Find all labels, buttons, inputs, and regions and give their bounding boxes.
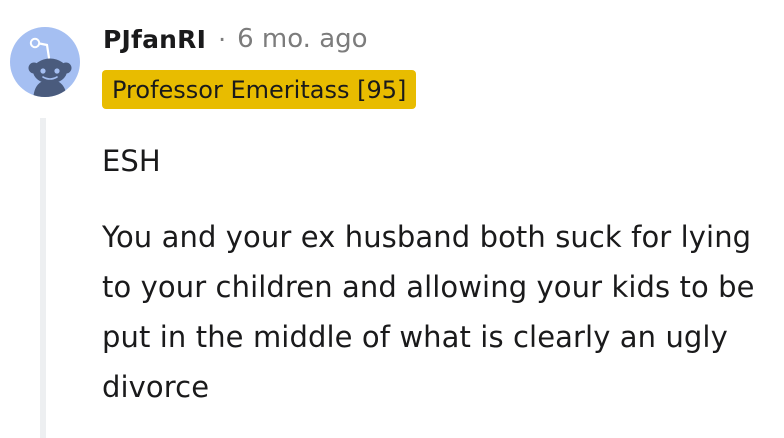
meta-separator: · — [218, 24, 227, 54]
comment-timestamp[interactable]: 6 mo. ago — [237, 24, 367, 54]
snoo-avatar-icon — [28, 37, 72, 97]
comment-paragraph: You and your ex husband both suck for ly… — [102, 220, 755, 404]
author-username[interactable]: PJfanRI — [103, 25, 206, 54]
comment-body: ESH You and your ex husband both suck fo… — [102, 136, 772, 412]
comment-meta: PJfanRI · 6 mo. ago — [103, 20, 368, 58]
thread-collapse-line[interactable] — [40, 118, 46, 438]
user-flair-badge: Professor Emeritass [95] — [102, 70, 417, 109]
comment-paragraph: ESH — [102, 144, 161, 178]
comment: PJfanRI · 6 mo. ago Professor Emeritass … — [0, 0, 784, 438]
user-avatar[interactable] — [10, 27, 80, 97]
